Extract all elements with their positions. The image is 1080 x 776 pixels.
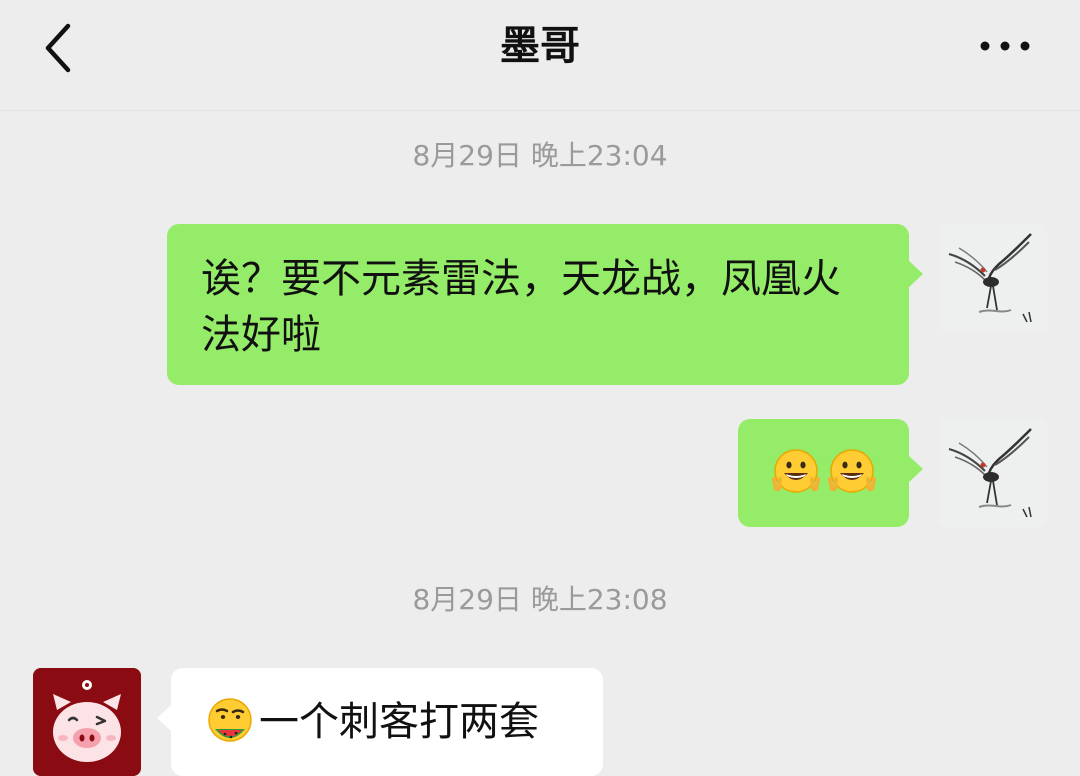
eating-watermelon-emoji [208, 698, 252, 742]
bubble-tail [157, 704, 172, 732]
bubble-tail [908, 455, 923, 483]
pig-avatar-icon [33, 668, 141, 776]
crane-painting-avatar-icon [939, 419, 1047, 527]
message-text: 一个刺客打两套 [259, 699, 539, 745]
more-dots-icon [980, 41, 1030, 51]
grin-peace-emoji [827, 449, 876, 493]
bubble-tail [908, 260, 923, 288]
more-button[interactable] [970, 18, 1040, 74]
grin-peace-emoji [771, 449, 820, 493]
message-timestamp: 8月29日 晚上23:04 [412, 139, 668, 172]
outgoing-message-bubble[interactable]: 诶？要不元素雷法，天龙战，凤凰火法好啦 [167, 224, 923, 385]
chat-header: 墨哥 [0, 0, 1080, 111]
chat-title: 墨哥 [500, 23, 580, 69]
message-timestamp: 8月29日 晚上23:08 [412, 583, 668, 616]
crane-painting-avatar-icon [939, 224, 1047, 332]
my-avatar[interactable] [939, 419, 1047, 527]
incoming-message-bubble[interactable]: 一个刺客打两套 [157, 668, 603, 776]
my-avatar[interactable] [939, 224, 1047, 332]
contact-avatar[interactable] [33, 668, 141, 776]
outgoing-emoji-bubble[interactable] [738, 419, 923, 527]
message-text: 诶？要不元素雷法，天龙战，凤凰火法好啦 [201, 256, 841, 358]
